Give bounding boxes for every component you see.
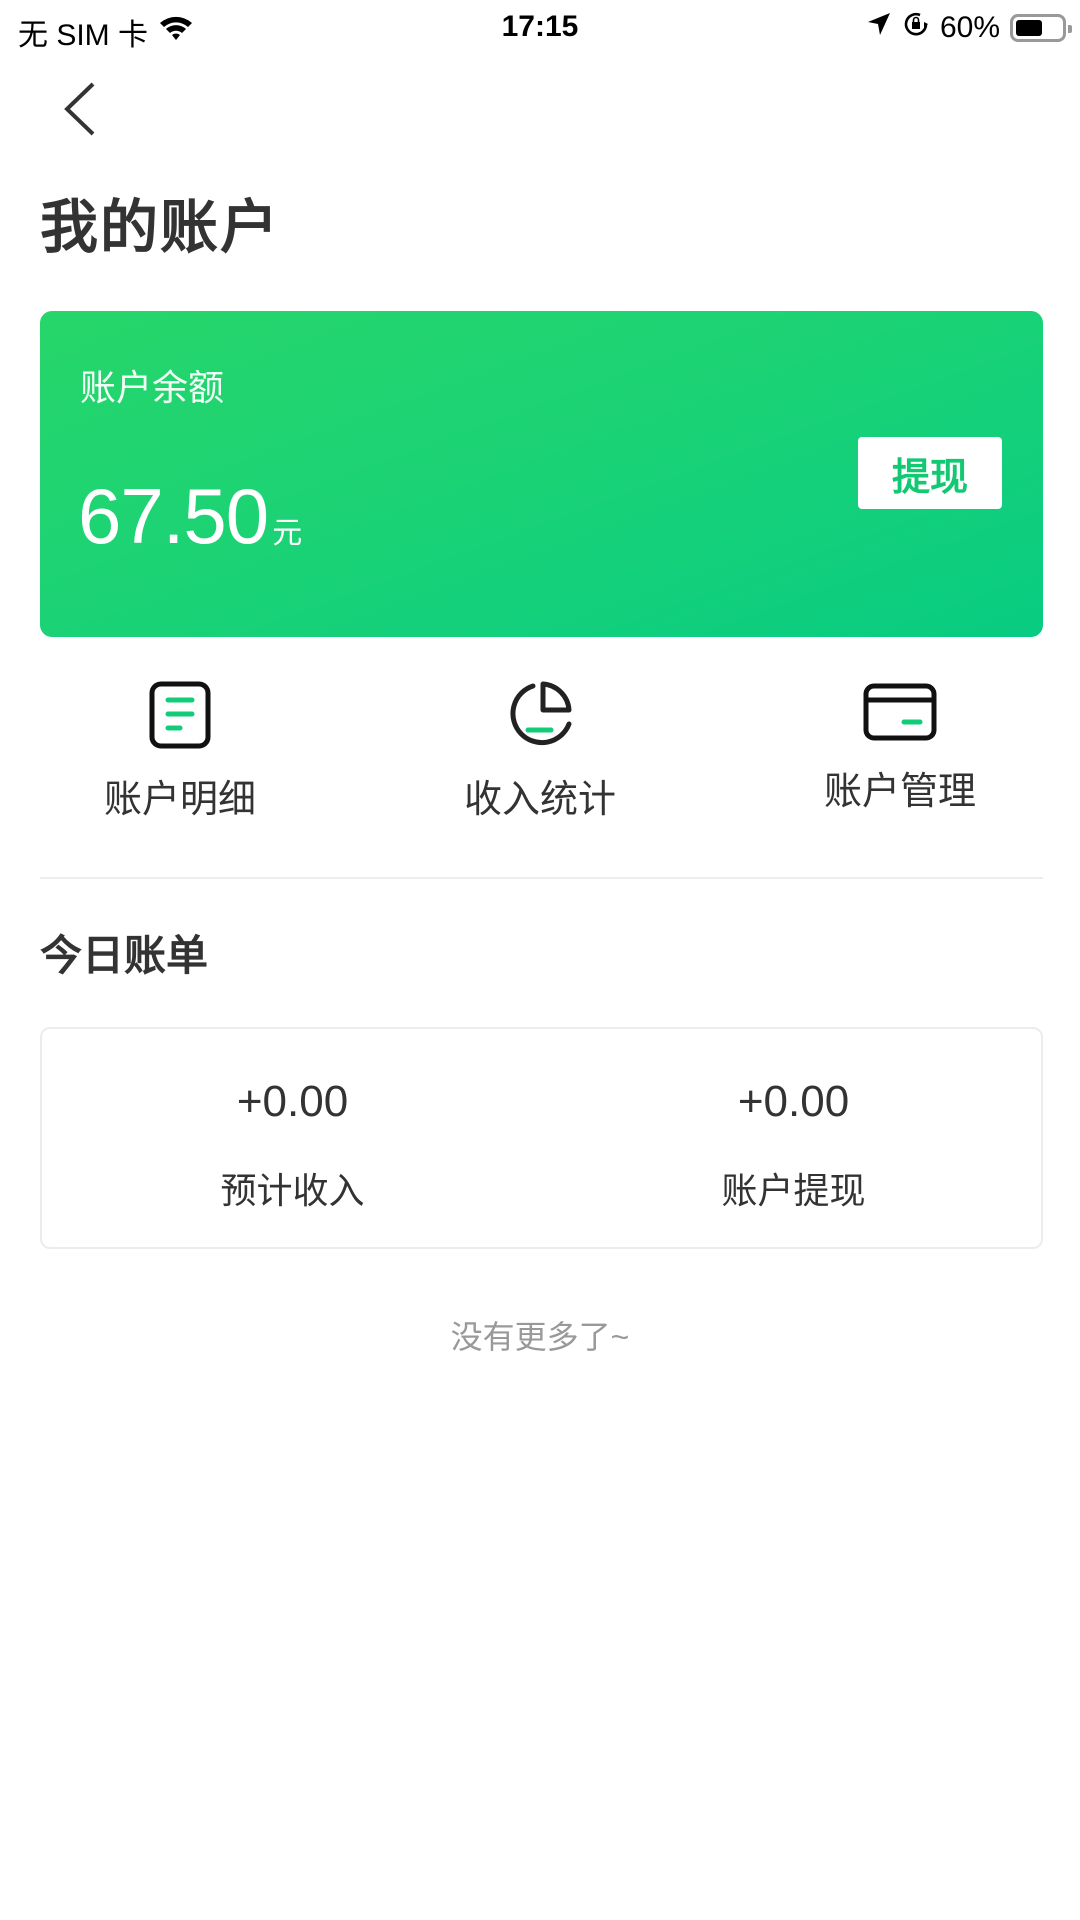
quick-action-label: 账户明细 (103, 779, 256, 821)
bill-value: +0.00 (236, 1077, 349, 1126)
quick-action-account-management[interactable]: 账户管理 (770, 680, 1030, 815)
balance-label: 账户余额 (80, 367, 225, 408)
back-button[interactable] (55, 78, 105, 140)
bill-item-withdrawal: +0.00 账户提现 (543, 1029, 1044, 1247)
status-bar: 无 SIM 卡 17:15 60% (0, 0, 1080, 56)
quick-action-income-stats[interactable]: 收入统计 (410, 680, 670, 823)
divider (40, 877, 1043, 879)
quick-action-account-details[interactable]: 账户明细 (50, 680, 310, 823)
bill-item-expected-income: +0.00 预计收入 (42, 1029, 543, 1247)
section-title-today-bill: 今日账单 (40, 932, 209, 979)
balance-unit: 元 (272, 517, 303, 550)
chevron-left-icon (64, 82, 95, 136)
credit-card-icon (863, 683, 937, 741)
withdraw-button[interactable]: 提现 (858, 437, 1002, 509)
orientation-lock-icon (902, 10, 930, 46)
quick-action-label: 收入统计 (463, 779, 616, 821)
quick-actions: 账户明细 收入统计 账户管理 (0, 680, 1080, 840)
document-list-icon (149, 681, 211, 749)
pie-chart-icon (510, 681, 572, 746)
battery-fill (1016, 20, 1043, 36)
battery-icon (1010, 14, 1072, 42)
bill-label: 账户提现 (721, 1170, 866, 1211)
no-more-text: 没有更多了~ (450, 1319, 630, 1355)
bill-label: 预计收入 (220, 1170, 365, 1211)
battery-tip (1068, 25, 1072, 33)
bill-value: +0.00 (737, 1077, 850, 1126)
page-title: 我的账户 (40, 195, 281, 260)
battery-percent: 60% (939, 11, 1000, 44)
balance-card: 账户余额 67.50 元 提现 (40, 311, 1043, 637)
status-right: 60% (866, 10, 1072, 46)
location-icon (866, 11, 892, 45)
balance-value: 67.50 (78, 472, 269, 560)
quick-action-label: 账户管理 (823, 771, 976, 813)
balance-amount: 67.50 元 (78, 471, 302, 562)
today-bill-box: +0.00 预计收入 +0.00 账户提现 (40, 1027, 1043, 1249)
